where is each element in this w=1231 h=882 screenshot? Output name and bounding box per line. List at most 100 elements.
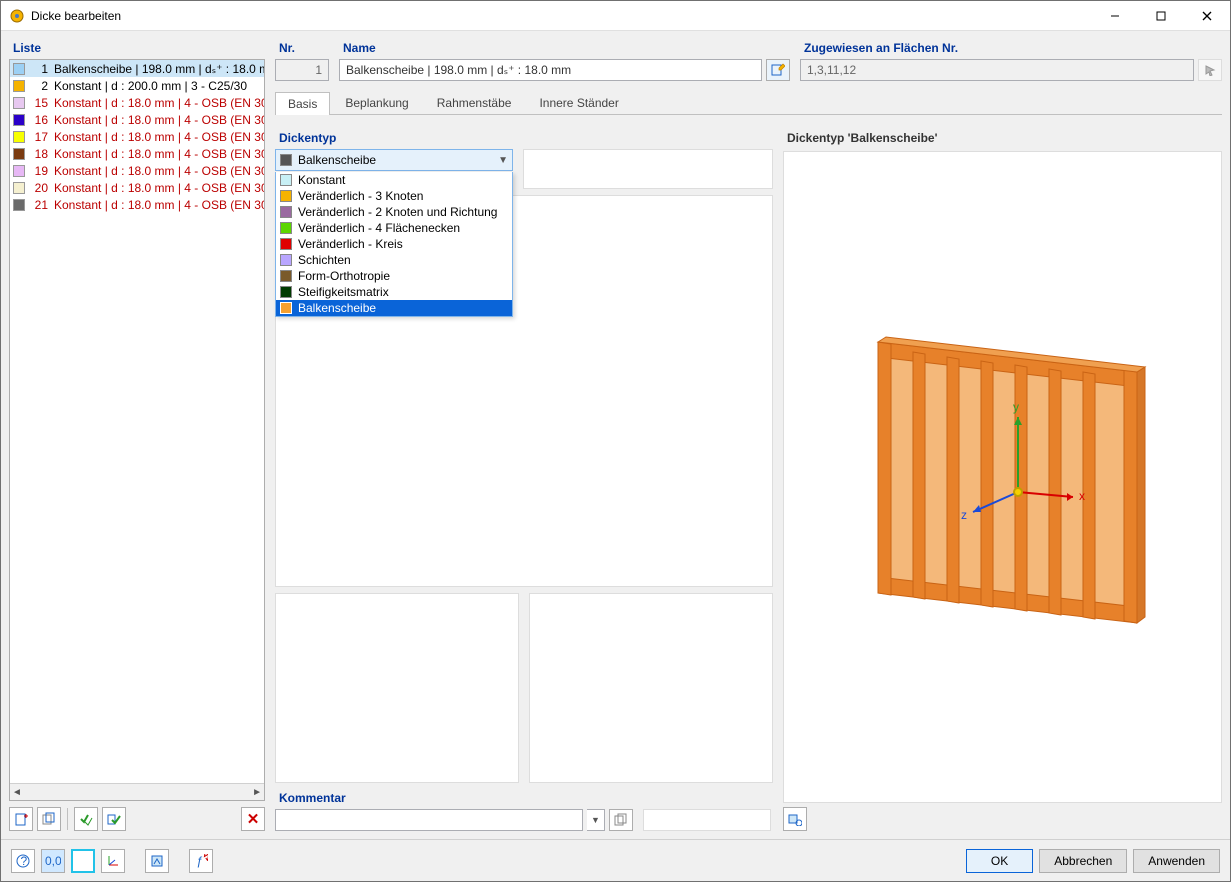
- comment-dropdown-icon[interactable]: ▼: [587, 809, 605, 831]
- option-swatch-icon: [280, 270, 292, 282]
- maximize-button[interactable]: [1138, 1, 1184, 31]
- thickness-list[interactable]: 1 Balkenscheibe | 198.0 mm | dₛ⁺ : 18.0 m…: [9, 59, 265, 801]
- assigned-group: Zugewiesen an Flächen Nr. 1,3,11,12: [800, 39, 1222, 81]
- color-swatch-icon: [13, 97, 25, 109]
- assigned-field[interactable]: 1,3,11,12: [800, 59, 1194, 81]
- scroll-right-icon[interactable]: ►: [252, 787, 262, 798]
- cancel-button[interactable]: Abbrechen: [1039, 849, 1127, 873]
- dropdown-option[interactable]: Veränderlich - 2 Knoten und Richtung: [276, 204, 512, 220]
- list-item-number: 21: [28, 198, 48, 212]
- option-swatch-icon: [280, 222, 292, 234]
- dropdown-option[interactable]: Veränderlich - 3 Knoten: [276, 188, 512, 204]
- list-item[interactable]: 20Konstant | d : 18.0 mm | 4 - OSB (EN 3…: [10, 179, 264, 196]
- list-item-number: 2: [28, 79, 48, 93]
- help-button[interactable]: ?: [11, 849, 35, 873]
- tab-beplankung[interactable]: Beplankung: [332, 91, 421, 114]
- scroll-left-icon[interactable]: ◄: [12, 787, 22, 798]
- tab-basis[interactable]: Basis: [275, 92, 330, 115]
- dropdown-option[interactable]: Form-Orthotropie: [276, 268, 512, 284]
- color-swatch-icon: [13, 80, 25, 92]
- color-swatch-icon: [13, 165, 25, 177]
- dialog-footer: ? 0,00 ƒ↯ OK Abbrechen Anwenden: [1, 839, 1230, 881]
- dropdown-option[interactable]: Schichten: [276, 252, 512, 268]
- option-label: Form-Orthotropie: [298, 269, 390, 283]
- minimize-button[interactable]: [1092, 1, 1138, 31]
- svg-text:↯: ↯: [202, 854, 208, 864]
- list-item-number: 18: [28, 147, 48, 161]
- ok-button[interactable]: OK: [966, 849, 1033, 873]
- app-icon: [9, 8, 25, 24]
- number-label: Nr.: [275, 39, 329, 59]
- function-button[interactable]: ƒ↯: [189, 849, 213, 873]
- list-toolbar: ✕: [9, 807, 265, 831]
- dropdown-option[interactable]: Konstant: [276, 172, 512, 188]
- list-item-number: 19: [28, 164, 48, 178]
- info-button[interactable]: [145, 849, 169, 873]
- preview-settings-button[interactable]: [783, 807, 807, 831]
- tab-innere-ständer[interactable]: Innere Ständer: [526, 91, 631, 114]
- list-item[interactable]: 18Konstant | d : 18.0 mm | 4 - OSB (EN 3…: [10, 145, 264, 162]
- comment-field[interactable]: [275, 809, 583, 831]
- dropdown-option[interactable]: Balkenscheibe: [276, 300, 512, 316]
- pick-surfaces-button[interactable]: [1198, 59, 1222, 81]
- window-title: Dicke bearbeiten: [31, 9, 1092, 23]
- list-item-number: 1: [28, 62, 48, 76]
- number-field: 1: [275, 59, 329, 81]
- copy-item-button[interactable]: [37, 807, 61, 831]
- list-item-label: Konstant | d : 18.0 mm | 4 - OSB (EN 300…: [54, 96, 264, 110]
- close-button[interactable]: [1184, 1, 1230, 31]
- name-group: Name Balkenscheibe | 198.0 mm | dₛ⁺ : 18…: [339, 39, 790, 81]
- color-swatch-icon: [13, 131, 25, 143]
- option-label: Balkenscheibe: [298, 301, 376, 315]
- preview-viewport[interactable]: x y z: [783, 151, 1222, 803]
- list-item-label: Konstant | d : 200.0 mm | 3 - C25/30: [54, 79, 247, 93]
- units-button[interactable]: 0,00: [41, 849, 65, 873]
- svg-text:?: ?: [21, 854, 28, 868]
- check-all-button[interactable]: [74, 807, 98, 831]
- color-button[interactable]: [71, 849, 95, 873]
- delete-item-button[interactable]: ✕: [241, 807, 265, 831]
- list-item-label: Balkenscheibe | 198.0 mm | dₛ⁺ : 18.0 mm: [54, 62, 264, 76]
- list-item[interactable]: 17Konstant | d : 18.0 mm | 4 - OSB (EN 3…: [10, 128, 264, 145]
- number-group: Nr. 1: [275, 39, 329, 81]
- dropdown-option[interactable]: Steifigkeitsmatrix: [276, 284, 512, 300]
- dialog-window: Dicke bearbeiten Liste 1 Balkenscheibe | …: [0, 0, 1231, 882]
- list-item[interactable]: 21Konstant | d : 18.0 mm | 4 - OSB (EN 3…: [10, 196, 264, 213]
- apply-button[interactable]: Anwenden: [1133, 849, 1220, 873]
- list-header: Liste: [9, 39, 265, 59]
- main-panel: Nr. 1 Name Balkenscheibe | 198.0 mm | dₛ…: [275, 39, 1222, 831]
- svg-text:x: x: [1079, 489, 1085, 503]
- combo-selected-text: Balkenscheibe: [298, 153, 492, 167]
- thickness-type-combo[interactable]: Balkenscheibe ▼ KonstantVeränderlich - 3…: [275, 149, 513, 171]
- axes-button[interactable]: [101, 849, 125, 873]
- combo-swatch-icon: [280, 154, 292, 166]
- extra-box-1: [275, 593, 519, 783]
- horizontal-scrollbar[interactable]: ◄ ►: [10, 783, 264, 800]
- preview-header: Dickentyp 'Balkenscheibe': [783, 129, 1222, 151]
- thickness-type-dropdown[interactable]: KonstantVeränderlich - 3 KnotenVeränderl…: [275, 172, 513, 317]
- color-swatch-icon: [13, 182, 25, 194]
- list-item[interactable]: 16 Konstant | d : 18.0 mm | 4 - OSB (EN 3…: [10, 111, 264, 128]
- comment-library-button[interactable]: [609, 809, 633, 831]
- option-label: Veränderlich - Kreis: [298, 237, 403, 251]
- check-item-button[interactable]: [102, 807, 126, 831]
- list-panel: Liste 1 Balkenscheibe | 198.0 mm | dₛ⁺ : …: [9, 39, 265, 831]
- color-swatch-icon: [13, 148, 25, 160]
- new-item-button[interactable]: [9, 807, 33, 831]
- list-item-number: 16: [28, 113, 48, 127]
- list-item[interactable]: 19Konstant | d : 18.0 mm | 4 - OSB (EN 3…: [10, 162, 264, 179]
- list-item[interactable]: 1 Balkenscheibe | 198.0 mm | dₛ⁺ : 18.0 m…: [10, 60, 264, 77]
- list-item[interactable]: 2 Konstant | d : 200.0 mm | 3 - C25/30: [10, 77, 264, 94]
- option-label: Konstant: [298, 173, 345, 187]
- name-field[interactable]: Balkenscheibe | 198.0 mm | dₛ⁺ : 18.0 mm: [339, 59, 762, 81]
- dropdown-option[interactable]: Veränderlich - 4 Flächenecken: [276, 220, 512, 236]
- dropdown-option[interactable]: Veränderlich - Kreis: [276, 236, 512, 252]
- svg-text:z: z: [961, 508, 967, 522]
- list-item-number: 15: [28, 96, 48, 110]
- list-item-label: Konstant | d : 18.0 mm | 4 - OSB (EN 300…: [54, 113, 264, 127]
- list-item-label: Konstant | d : 18.0 mm | 4 - OSB (EN 300…: [54, 130, 264, 144]
- list-item[interactable]: 15 Konstant | d : 18.0 mm | 4 - OSB (EN 3…: [10, 94, 264, 111]
- tab-rahmenstäbe[interactable]: Rahmenstäbe: [424, 91, 525, 114]
- edit-name-button[interactable]: [766, 59, 790, 81]
- option-swatch-icon: [280, 286, 292, 298]
